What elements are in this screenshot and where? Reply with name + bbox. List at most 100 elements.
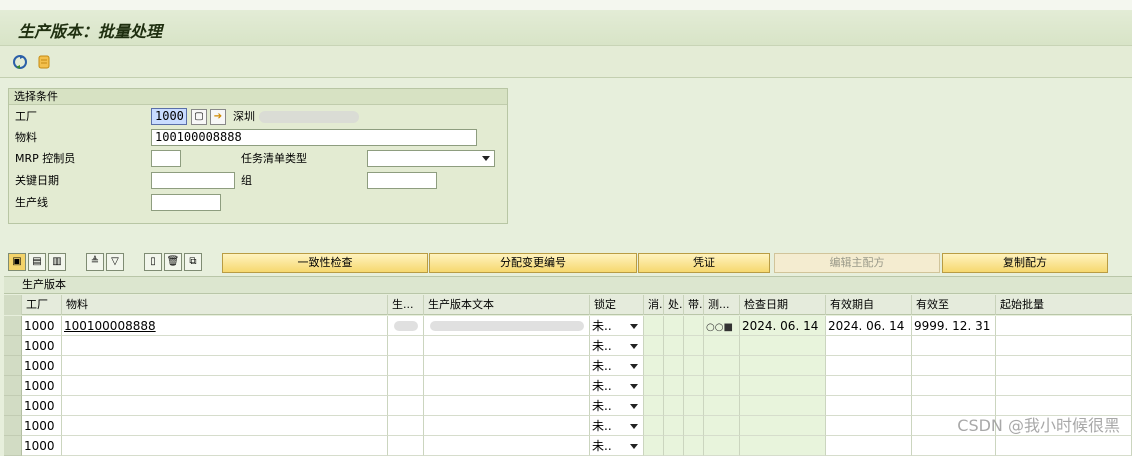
cell-processing [664,376,684,396]
cell-lock-text: 未.. [592,339,612,353]
col-valid-to[interactable]: 有效至 [912,295,996,315]
mrp-controller-input[interactable] [151,150,181,167]
row-selector[interactable] [4,436,22,456]
deselect-icon[interactable]: ▥ [48,253,66,271]
row-selector[interactable] [4,356,22,376]
cell-plant-text: 1000 [24,439,55,453]
cell-lock[interactable]: 未.. [590,436,644,456]
assign-change-number-button[interactable]: 分配变更编号 [429,253,637,273]
sort-ascending-icon[interactable]: ≜ [86,253,104,271]
grid-toolbar: ▣ ▤ ▥ ≜ ▽ ▯ 🗑 ⧉ 一致性检查 分配变更编号 凭证 编辑主配方 复制… [4,252,1132,274]
cell-material[interactable] [62,416,388,436]
cell-consumption [644,336,664,356]
group-input[interactable] [367,172,437,189]
col-valid-from[interactable]: 有效期自 [826,295,912,315]
col-consumption[interactable]: 消. [644,295,664,315]
row-selector[interactable] [4,416,22,436]
cell-version [388,396,424,416]
chevron-down-icon[interactable] [630,344,638,349]
select-block-icon[interactable]: ▤ [28,253,46,271]
title-bar: 生产版本：批量处理 [0,10,1132,46]
chevron-down-icon[interactable] [482,156,490,161]
delete-icon[interactable]: 🗑 [164,253,182,271]
chevron-down-icon[interactable] [630,324,638,329]
col-plant[interactable]: 工厂 [22,295,62,315]
cell-valid-from [826,416,912,436]
cell-lock-text: 未.. [592,319,612,333]
col-test[interactable]: 测... [704,295,740,315]
cell-valid-from [826,356,912,376]
cell-plant: 1000 [22,336,62,356]
cell-check-date [740,356,826,376]
col-version-text[interactable]: 生产版本文本 [424,295,590,315]
cell-version [388,376,424,396]
row-selector[interactable] [4,396,22,416]
plant-input[interactable]: 1000 [151,108,187,125]
col-version[interactable]: 生... [388,295,424,315]
cell-band [684,376,704,396]
cell-plant: 1000 [22,376,62,396]
col-lock[interactable]: 锁定 [590,295,644,315]
cell-plant-text: 1000 [24,339,55,353]
row-selector[interactable] [4,376,22,396]
scroll-icon[interactable] [36,54,52,70]
chevron-down-icon[interactable] [630,404,638,409]
cell-lock[interactable]: 未.. [590,376,644,396]
col-material[interactable]: 物料 [62,295,388,315]
cell-material[interactable] [62,376,388,396]
chevron-down-icon[interactable] [630,384,638,389]
cell-plant: 1000 [22,356,62,376]
header-select-cell[interactable] [4,295,22,315]
blurred-text [394,321,418,331]
material-input[interactable]: 100100008888 [151,129,477,146]
cell-lock[interactable]: 未.. [590,416,644,436]
cell-lock[interactable]: 未.. [590,336,644,356]
cell-material[interactable] [62,396,388,416]
cell-material[interactable]: 100100008888 [62,316,388,336]
cell-material[interactable] [62,336,388,356]
cell-plant-text: 1000 [24,359,55,373]
select-all-icon[interactable]: ▣ [8,253,26,271]
cell-lock[interactable]: 未.. [590,316,644,336]
mrp-controller-label: MRP 控制员 [15,152,76,165]
chevron-down-icon[interactable] [630,364,638,369]
chevron-down-icon[interactable] [630,444,638,449]
arrow-right-icon[interactable]: ➔ [210,109,226,125]
cell-lock[interactable]: 未.. [590,356,644,376]
chevron-down-icon[interactable] [630,424,638,429]
consistency-check-button[interactable]: 一致性检查 [222,253,428,273]
task-list-type-select[interactable] [367,150,495,167]
document-button[interactable]: 凭证 [638,253,770,273]
row-selector[interactable] [4,336,22,356]
blurred-text [430,321,584,331]
selection-header: 选择条件 [9,89,507,105]
task-list-type-label: 任务清单类型 [241,152,307,165]
key-date-input[interactable] [151,172,235,189]
cell-lock-text: 未.. [592,419,612,433]
cell-lock[interactable]: 未.. [590,396,644,416]
copy-recipe-button[interactable]: 复制配方 [942,253,1108,273]
production-line-input[interactable] [151,194,221,211]
cell-processing [664,316,684,336]
refresh-icon[interactable] [12,54,28,70]
cell-material-text[interactable]: 100100008888 [64,319,156,333]
copy-icon[interactable]: ▢ [191,109,207,125]
cell-band [684,396,704,416]
cell-test [704,336,740,356]
copy-rows-icon[interactable]: ⧉ [184,253,202,271]
cell-material[interactable] [62,436,388,456]
col-processing[interactable]: 处. [664,295,684,315]
cell-lock-text: 未.. [592,379,612,393]
cell-test-text: ○○■ [706,322,733,333]
row-selector[interactable] [4,316,22,336]
edit-master-recipe-button[interactable]: 编辑主配方 [774,253,940,273]
col-check-date[interactable]: 检查日期 [740,295,826,315]
cell-band [684,356,704,376]
cell-material[interactable] [62,356,388,376]
col-band[interactable]: 带. [684,295,704,315]
selection-panel: 选择条件 工厂 1000 ▢ ➔ 深圳 物料 100100008888 MRP … [8,88,508,224]
new-document-icon[interactable]: ▯ [144,253,162,271]
filter-icon[interactable]: ▽ [106,253,124,271]
col-start-lot[interactable]: 起始批量 [996,295,1132,315]
cell-version [388,316,424,336]
